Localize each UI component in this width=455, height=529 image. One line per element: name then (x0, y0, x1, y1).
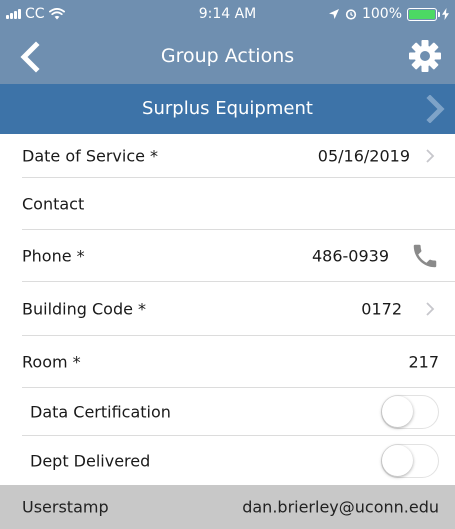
alarm-icon (345, 9, 357, 20)
phone-row[interactable]: Phone * 486-0939 (0, 230, 455, 282)
toggle-knob (382, 396, 413, 427)
userstamp-footer: Userstamp dan.brierley@uconn.edu (0, 485, 455, 529)
settings-button[interactable] (407, 38, 443, 74)
room-label: Room * (22, 352, 81, 372)
date-of-service-label: Date of Service * (22, 146, 159, 166)
phone-label: Phone * (22, 246, 85, 266)
battery-percent: 100% (361, 6, 402, 22)
charging-bolt-icon (442, 8, 449, 20)
page-title: Group Actions (160, 45, 295, 67)
data-certification-toggle[interactable] (381, 395, 439, 429)
room-value: 217 (408, 352, 439, 372)
dept-delivered-toggle[interactable] (381, 443, 439, 478)
section-title: Surplus Equipment (142, 98, 313, 119)
gear-icon (409, 40, 441, 72)
phone-icon[interactable] (410, 241, 440, 271)
status-right: 100% (328, 6, 449, 22)
status-bar: CC 9:14 AM 100% (0, 0, 455, 28)
dept-delivered-label: Dept Delivered (30, 451, 151, 470)
userstamp-label: Userstamp (22, 497, 109, 517)
building-code-label: Building Code * (22, 299, 147, 319)
data-certification-row: Data Certification (0, 388, 455, 436)
room-row[interactable]: Room * 217 (0, 336, 455, 388)
location-arrow-icon (328, 9, 339, 19)
date-of-service-value: 05/16/2019 (317, 146, 410, 166)
chevron-right-icon (426, 302, 435, 316)
nav-bar: Group Actions (0, 28, 455, 84)
contact-label: Contact (22, 194, 85, 214)
date-of-service-row[interactable]: Date of Service * 05/16/2019 (0, 134, 455, 178)
userstamp-value: dan.brierley@uconn.edu (242, 497, 439, 517)
section-header: Surplus Equipment (0, 84, 455, 134)
battery-fill (409, 9, 435, 19)
phone-value: 486-0939 (311, 246, 389, 266)
building-code-value: 0172 (361, 299, 402, 319)
building-code-row[interactable]: Building Code * 0172 (0, 282, 455, 336)
data-certification-label: Data Certification (30, 402, 171, 422)
chevron-right-icon (426, 94, 445, 124)
contact-row[interactable]: Contact (0, 178, 455, 230)
toggle-knob (382, 444, 413, 476)
section-next-button[interactable] (425, 94, 447, 124)
battery-icon (407, 7, 440, 21)
chevron-right-icon (426, 149, 435, 163)
dept-delivered-row: Dept Delivered (0, 436, 455, 485)
